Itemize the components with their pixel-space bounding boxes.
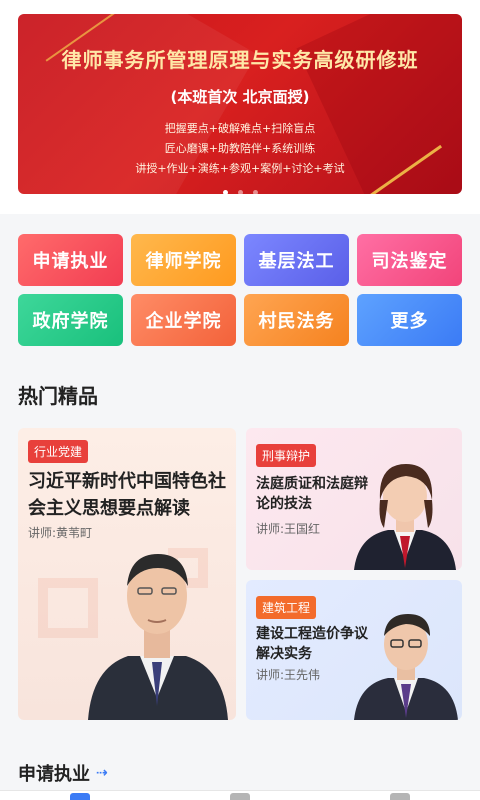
category-government-academy[interactable]: 政府学院 [18, 294, 123, 346]
lecturer-photo [88, 554, 228, 720]
lecturer-photo [354, 614, 458, 720]
carousel-dot[interactable] [237, 190, 243, 194]
category-more[interactable]: 更多 [357, 294, 462, 346]
category-enterprise-academy[interactable]: 企业学院 [131, 294, 236, 346]
course-tag: 行业党建 [28, 440, 89, 463]
profile-tab-icon[interactable] [390, 793, 410, 800]
banner-title: 律师事务所管理原理与实务高级研修班 [61, 48, 419, 72]
category-apply-practice[interactable]: 申请执业 [18, 234, 123, 286]
section-title-text: 申请执业 [18, 764, 90, 785]
hot-section-title: 热门精品 [18, 384, 98, 408]
course-tag: 建筑工程 [256, 596, 317, 619]
bottom-tab-bar [0, 790, 480, 800]
course-tag: 刑事辩护 [256, 444, 317, 467]
category-grid: 申请执业 律师学院 基层法工 司法鉴定 政府学院 企业学院 村民法务 更多 [18, 234, 462, 346]
banner-line: 讲授+作业+演练+参观+案例+讨论+考试 [135, 162, 345, 175]
banner-line: 把握要点+破解难点+扫除盲点 [164, 122, 316, 135]
app-screen: 律师事务所管理原理与实务高级研修班 (本班首次 北京面授) 把握要点+破解难点+… [0, 0, 480, 800]
category-lawyer-academy[interactable]: 律师学院 [131, 234, 236, 286]
lecturer-photo [354, 464, 456, 570]
category-villager-legal[interactable]: 村民法务 [244, 294, 349, 346]
carousel-dot[interactable] [222, 190, 228, 194]
arrow-right-icon: ⇢ [96, 765, 108, 781]
course-title: 习近平新时代中国特色社会主义思想要点解读 [28, 471, 226, 519]
banner-subtitle: (本班首次 北京面授) [170, 88, 310, 106]
course-lecturer: 讲师:王先伟 [256, 668, 321, 682]
course-card[interactable]: 刑事辩护 法庭质证和法庭辩论的技法 讲师:王国红 [246, 428, 462, 570]
carousel-indicator [18, 190, 462, 194]
home-tab-icon[interactable] [70, 793, 90, 800]
promo-banner[interactable]: 律师事务所管理原理与实务高级研修班 (本班首次 北京面授) 把握要点+破解难点+… [18, 14, 462, 194]
course-lecturer: 讲师:王国红 [256, 522, 321, 536]
banner-line: 匠心磨课+助教陪伴+系统训练 [164, 142, 316, 155]
course-card[interactable]: 建筑工程 建设工程造价争议解决实务 讲师:王先伟 [246, 580, 462, 720]
course-card-featured[interactable]: 行业党建 习近平新时代中国特色社会主义思想要点解读 讲师:黄苇町 [18, 428, 236, 720]
apply-practice-section-title[interactable]: 申请执业 ⇢ [18, 760, 108, 786]
courses-tab-icon[interactable] [230, 793, 250, 800]
category-judicial-appraisal[interactable]: 司法鉴定 [357, 234, 462, 286]
category-grassroots-legal[interactable]: 基层法工 [244, 234, 349, 286]
carousel-dot[interactable] [252, 190, 258, 194]
banner-area: 律师事务所管理原理与实务高级研修班 (本班首次 北京面授) 把握要点+破解难点+… [0, 0, 480, 214]
